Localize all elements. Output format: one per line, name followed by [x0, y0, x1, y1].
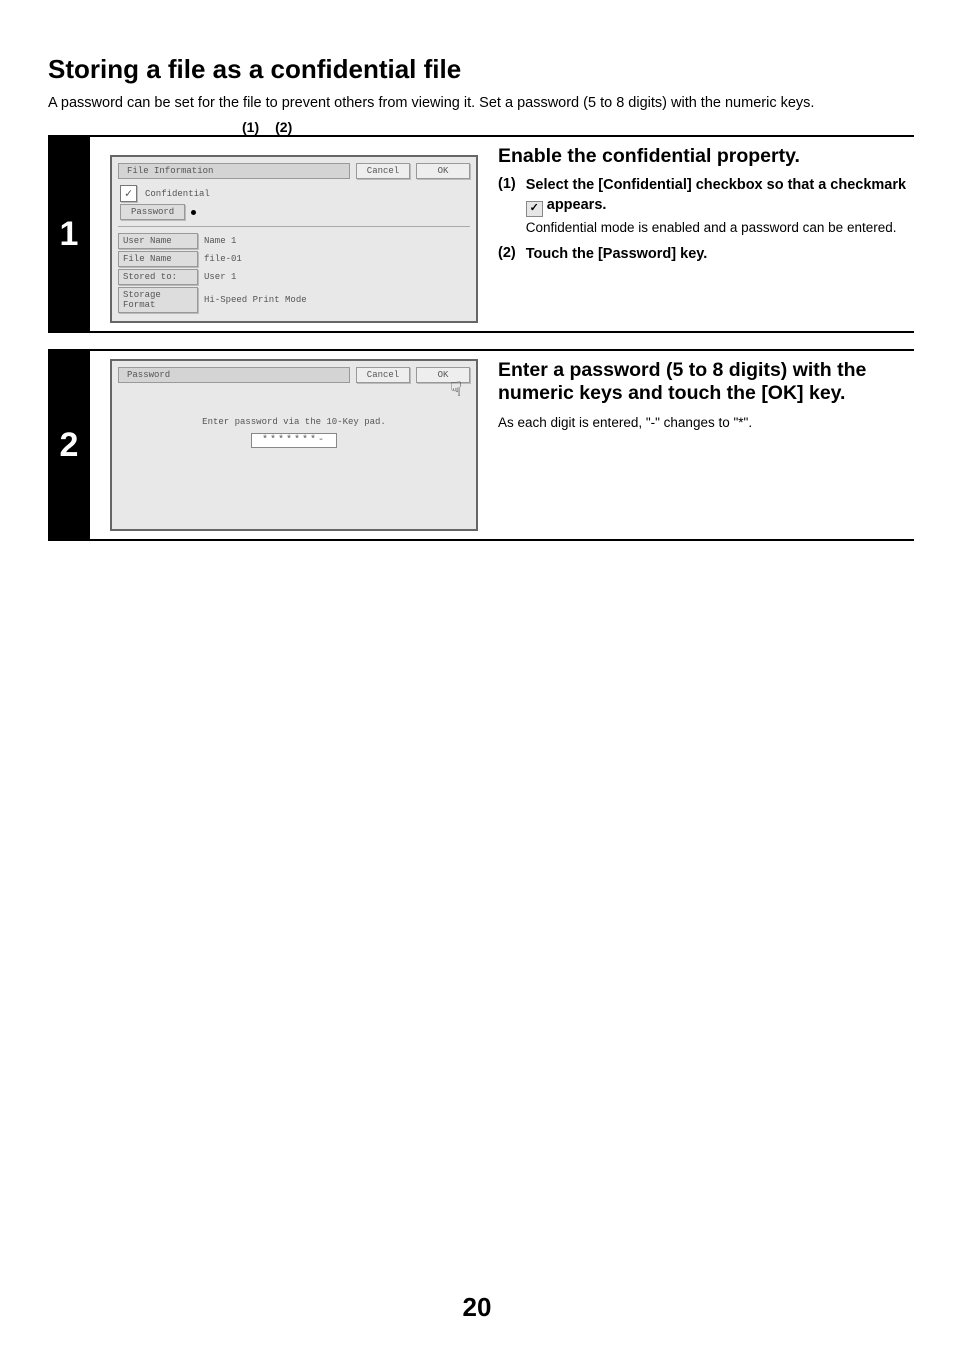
- substep-2: (2) Touch the [Password] key.: [498, 245, 914, 265]
- substep-description: Confidential mode is enabled and a passw…: [526, 219, 914, 237]
- step-2-instructions: Enter a password (5 to 8 digits) with th…: [498, 351, 914, 539]
- password-button[interactable]: Password: [120, 204, 185, 220]
- stored-to-key[interactable]: Stored to:: [118, 269, 198, 285]
- row-storage-format: Storage Format Hi-Speed Print Mode: [118, 287, 470, 313]
- panel-title: File Information: [118, 163, 350, 179]
- hand-pointer-icon: ☟: [450, 377, 462, 403]
- ok-button[interactable]: OK: [416, 163, 470, 179]
- substep-title: Select the [Confidential] checkbox so th…: [526, 176, 914, 217]
- instruction-heading: Enable the confidential property.: [498, 145, 914, 168]
- panel-title: Password: [118, 367, 350, 383]
- file-name-key[interactable]: File Name: [118, 251, 198, 267]
- step-1-instructions: Enable the confidential property. (1) Se…: [498, 137, 914, 331]
- step-2: 2 Password Cancel OK ☟ Enter password vi…: [48, 349, 914, 541]
- instruction-heading: Enter a password (5 to 8 digits) with th…: [498, 359, 914, 406]
- password-prompt: Enter password via the 10-Key pad.: [118, 417, 470, 427]
- row-user-name: User Name Name 1: [118, 233, 470, 249]
- file-information-panel: File Information Cancel OK ✓ Confidentia…: [110, 155, 478, 323]
- cancel-button[interactable]: Cancel: [356, 163, 410, 179]
- file-name-val: file-01: [198, 252, 248, 266]
- password-panel: Password Cancel OK ☟ Enter password via …: [110, 359, 478, 531]
- storage-format-key[interactable]: Storage Format: [118, 287, 198, 313]
- storage-format-val: Hi-Speed Print Mode: [198, 293, 313, 307]
- password-field[interactable]: *******-: [251, 433, 337, 448]
- checkmark-icon: ✓: [526, 201, 543, 217]
- callout-2: (2): [275, 119, 292, 135]
- pointer-dot-icon: [191, 210, 196, 215]
- stored-to-val: User 1: [198, 270, 242, 284]
- confidential-checkbox[interactable]: ✓: [120, 185, 137, 202]
- row-stored-to: Stored to: User 1: [118, 269, 470, 285]
- substep-title: Touch the [Password] key.: [526, 245, 914, 265]
- section-heading: Storing a file as a confidential file: [48, 54, 914, 85]
- intro-paragraph: A password can be set for the file to pr…: [48, 95, 914, 111]
- row-file-name: File Name file-01: [118, 251, 470, 267]
- step-number: 2: [48, 351, 90, 539]
- substep-number: (2): [498, 245, 516, 265]
- page-number: 20: [0, 1292, 954, 1323]
- substep-1: (1) Select the [Confidential] checkbox s…: [498, 176, 914, 237]
- instruction-description: As each digit is entered, "-" changes to…: [498, 414, 914, 432]
- cancel-button[interactable]: Cancel: [356, 367, 410, 383]
- step-number: 1: [48, 137, 90, 331]
- step-1: 1 (1) (2) File Information Cancel OK ✓ C…: [48, 135, 914, 333]
- callout-labels: (1) (2): [110, 119, 478, 135]
- user-name-val: Name 1: [198, 234, 242, 248]
- substep-number: (1): [498, 176, 516, 237]
- separator: [118, 226, 470, 227]
- confidential-label: Confidential: [141, 187, 214, 201]
- user-name-key[interactable]: User Name: [118, 233, 198, 249]
- callout-1: (1): [242, 119, 259, 135]
